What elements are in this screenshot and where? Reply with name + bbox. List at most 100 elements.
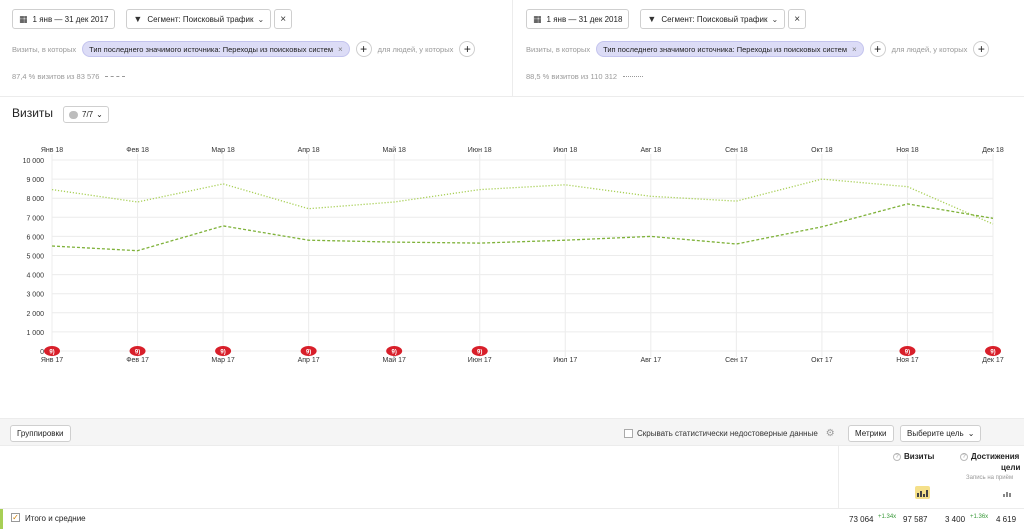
annotation-marker-label: 9) <box>990 350 995 356</box>
table-header: ? Визиты ? Достижения цели Запись на приём <box>838 446 1024 508</box>
totals-checkbox[interactable]: ✓ <box>11 513 20 522</box>
hide-unreliable-toggle[interactable]: Скрывать статистически недостоверные дан… <box>624 428 835 439</box>
segment-label: Сегмент: Поисковый трафик <box>661 14 768 24</box>
segment-label: Сегмент: Поисковый трафик <box>147 14 254 24</box>
x-tick-label-bottom: Авг 17 <box>640 357 661 364</box>
metrics-button[interactable]: Метрики <box>848 425 894 442</box>
x-tick-label-bottom: Апр 17 <box>298 357 320 364</box>
chevron-down-icon: ⌄ <box>771 14 779 24</box>
totals-row: ✓ Итого и средние 73 064 +1.34x 97 587 3… <box>0 508 1024 529</box>
line-style-dotted <box>623 76 644 77</box>
segment-button[interactable]: ▼ Сегмент: Поисковый трафик ⌄ <box>640 9 786 29</box>
plus-icon: + <box>463 42 471 56</box>
report-toolbar: Группировки Скрывать статистически недос… <box>0 418 1024 446</box>
visits-line-chart[interactable]: 0 1 000 2 000 3 000 4 000 5 000 6 000 7 000 8 00… <box>0 140 1024 372</box>
add-people-filter-button[interactable]: + <box>459 41 476 57</box>
people-label: для людей, у которых <box>377 44 454 54</box>
visits-2018-value: 97 587 <box>903 515 928 524</box>
visits-delta: +1.34x <box>878 514 897 520</box>
chart-toggle-goals-button[interactable] <box>999 486 1014 499</box>
calendar-icon: ▦ <box>533 13 542 24</box>
segment-button[interactable]: ▼ Сегмент: Поисковый трафик ⌄ <box>126 9 272 29</box>
x-tick-label-bottom: Май 17 <box>382 356 406 364</box>
chart-toggle-visits-button[interactable] <box>915 486 930 499</box>
hide-unreliable-checkbox[interactable] <box>624 429 633 438</box>
hide-unreliable-label: Скрывать статистически недостоверные дан… <box>637 429 818 438</box>
goal-select[interactable]: Выберите цель ⌄ <box>900 425 982 442</box>
question-icon[interactable]: ? <box>893 453 901 461</box>
filter-chip-label: Тип последнего значимого источника: Пере… <box>603 44 847 54</box>
y-tick-label: 2 000 <box>26 311 44 318</box>
chip-remove-icon[interactable]: × <box>338 45 343 54</box>
divider <box>0 96 1024 97</box>
goal-name: Запись на приём <box>966 475 1014 481</box>
plus-icon: + <box>874 42 882 56</box>
segment-close-button[interactable]: × <box>788 9 807 29</box>
visits-in-label: Визиты, в которых <box>526 44 591 54</box>
gear-icon[interactable]: ⚙ <box>826 428 835 439</box>
segment-close-button[interactable]: × <box>274 9 293 29</box>
x-tick-label-top: Апр 18 <box>298 147 320 154</box>
x-tick-label-top: Окт 18 <box>811 147 833 154</box>
add-visit-filter-button[interactable]: + <box>355 41 372 57</box>
y-tick-label: 0 <box>40 349 44 356</box>
people-label: для людей, у которых <box>891 44 968 54</box>
chart-title: Визиты <box>12 106 54 120</box>
x-tick-label-top: Фев 18 <box>126 147 149 154</box>
y-tick-label: 6 000 <box>26 234 44 241</box>
y-tick-label: 9 000 <box>26 177 44 184</box>
y-tick-label: 8 000 <box>26 196 44 203</box>
x-tick-label-bottom: Янв 17 <box>41 357 63 364</box>
chevron-down-icon: ⌄ <box>967 429 975 438</box>
groupings-button[interactable]: Группировки <box>10 425 71 442</box>
annotation-marker-label: 9) <box>306 350 311 356</box>
series-toggle-button[interactable]: 7/7 ⌄ <box>63 106 109 123</box>
chip-remove-icon[interactable]: × <box>852 45 857 54</box>
add-visit-filter-button[interactable]: + <box>869 41 886 57</box>
column-goals[interactable]: ? Достижения <box>960 452 1019 461</box>
x-tick-label-top: Июн 18 <box>468 147 492 154</box>
annotation-marker-label: 9) <box>220 350 225 356</box>
column-visits[interactable]: ? Визиты <box>893 452 934 461</box>
x-tick-label-top: Янв 18 <box>41 147 63 154</box>
plus-icon: + <box>360 42 368 56</box>
y-tick-label: 10 000 <box>23 158 45 165</box>
annotation-marker-label: 9) <box>392 350 397 356</box>
series-count: 7/7 <box>82 110 94 119</box>
goals-delta: +1.36x <box>970 514 989 520</box>
add-people-filter-button[interactable]: + <box>973 41 990 57</box>
row-accent <box>0 509 3 529</box>
question-icon[interactable]: ? <box>960 453 968 461</box>
y-tick-label: 4 000 <box>26 273 44 280</box>
filter-chip-label: Тип последнего значимого источника: Пере… <box>89 44 333 54</box>
x-tick-label-bottom: Июн 17 <box>468 357 492 364</box>
x-tick-label-top: Мар 18 <box>211 147 235 154</box>
y-tick-label: 1 000 <box>26 330 44 337</box>
date-range-button[interactable]: ▦ 1 янв — 31 дек 2017 <box>12 9 116 29</box>
date-range-button[interactable]: ▦ 1 янв — 31 дек 2018 <box>526 9 630 29</box>
funnel-icon: ▼ <box>133 14 143 24</box>
plus-icon: + <box>977 42 985 56</box>
x-tick-label-bottom: Дек 17 <box>982 357 1004 364</box>
column-goals-line2: цели <box>1001 463 1021 472</box>
x-tick-label-bottom: Окт 17 <box>811 357 833 364</box>
filter-chip[interactable]: Тип последнего значимого источника: Пере… <box>82 41 350 57</box>
chevron-down-icon: ⌄ <box>96 110 103 119</box>
visits-2017-value: 73 064 <box>849 515 874 524</box>
x-tick-label-top: Сен 18 <box>725 147 748 154</box>
segment-summary: 87,4 % визитов из 83 576 <box>12 72 100 81</box>
date-range-label: 1 янв — 31 дек 2017 <box>32 14 109 24</box>
x-tick-label-bottom: Сен 17 <box>725 357 748 364</box>
series-line-1 <box>51 203 994 252</box>
x-tick-label-top: Авг 18 <box>640 147 661 154</box>
y-tick-label: 3 000 <box>26 292 44 299</box>
x-tick-label-bottom: Мар 17 <box>211 357 235 364</box>
x-tick-label-top: Май 18 <box>382 146 406 154</box>
visits-in-label: Визиты, в которых <box>12 44 77 54</box>
annotation-marker-label: 9) <box>135 350 140 356</box>
comment-icon <box>69 110 78 119</box>
funnel-icon: ▼ <box>647 14 657 24</box>
filter-chip[interactable]: Тип последнего значимого источника: Пере… <box>596 41 864 57</box>
x-tick-label-bottom: Ноя 17 <box>896 357 919 364</box>
x-tick-label-bottom: Фев 17 <box>126 357 149 364</box>
